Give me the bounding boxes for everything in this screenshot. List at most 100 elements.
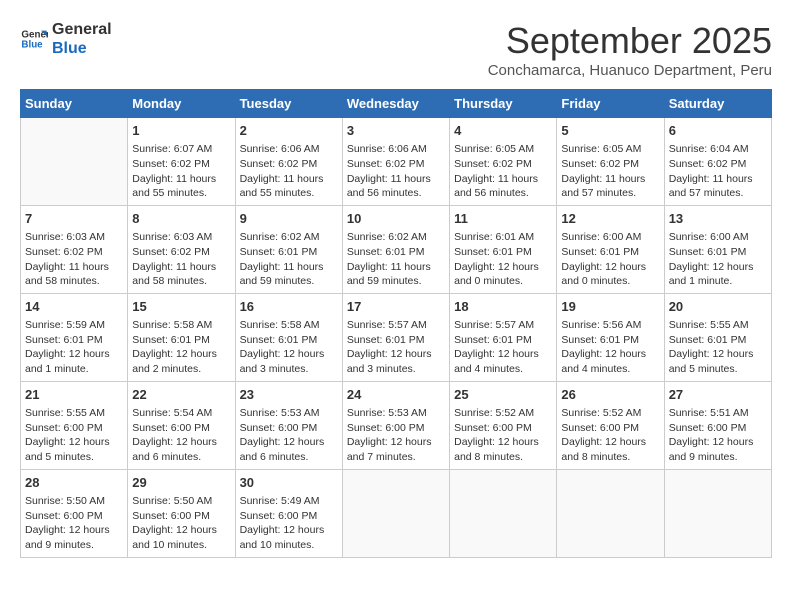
calendar-cell: 4 Sunrise: 6:05 AM Sunset: 6:02 PM Daylig… bbox=[450, 118, 557, 206]
day-number: 22 bbox=[132, 386, 230, 404]
day-info: Sunrise: 6:06 AM Sunset: 6:02 PM Dayligh… bbox=[240, 142, 338, 201]
day-info: Sunrise: 6:00 AM Sunset: 6:01 PM Dayligh… bbox=[669, 230, 767, 289]
weekday-header: Wednesday bbox=[342, 90, 449, 118]
calendar-cell bbox=[664, 469, 771, 557]
day-info: Sunrise: 5:57 AM Sunset: 6:01 PM Dayligh… bbox=[454, 318, 552, 377]
day-number: 8 bbox=[132, 210, 230, 228]
day-info: Sunrise: 6:05 AM Sunset: 6:02 PM Dayligh… bbox=[561, 142, 659, 201]
day-info: Sunrise: 5:54 AM Sunset: 6:00 PM Dayligh… bbox=[132, 406, 230, 465]
day-number: 11 bbox=[454, 210, 552, 228]
calendar-cell: 23 Sunrise: 5:53 AM Sunset: 6:00 PM Dayli… bbox=[235, 381, 342, 469]
weekday-header: Sunday bbox=[21, 90, 128, 118]
day-number: 12 bbox=[561, 210, 659, 228]
day-number: 26 bbox=[561, 386, 659, 404]
day-number: 3 bbox=[347, 122, 445, 140]
calendar-week-row: 28 Sunrise: 5:50 AM Sunset: 6:00 PM Dayli… bbox=[21, 469, 772, 557]
calendar-cell: 30 Sunrise: 5:49 AM Sunset: 6:00 PM Dayli… bbox=[235, 469, 342, 557]
day-number: 5 bbox=[561, 122, 659, 140]
calendar-cell bbox=[557, 469, 664, 557]
day-info: Sunrise: 5:50 AM Sunset: 6:00 PM Dayligh… bbox=[25, 494, 123, 553]
weekday-header: Saturday bbox=[664, 90, 771, 118]
subtitle: Conchamarca, Huanuco Department, Peru bbox=[488, 62, 772, 79]
day-number: 16 bbox=[240, 298, 338, 316]
calendar-cell: 24 Sunrise: 5:53 AM Sunset: 6:00 PM Dayli… bbox=[342, 381, 449, 469]
calendar-cell: 29Sunrise: 5:50 AM Sunset: 6:00 PM Dayli… bbox=[128, 469, 235, 557]
weekday-header: Monday bbox=[128, 90, 235, 118]
calendar-cell: 21 Sunrise: 5:55 AM Sunset: 6:00 PM Dayli… bbox=[21, 381, 128, 469]
calendar-cell: 14 Sunrise: 5:59 AM Sunset: 6:01 PM Dayli… bbox=[21, 293, 128, 381]
calendar-week-row: 21 Sunrise: 5:55 AM Sunset: 6:00 PM Dayli… bbox=[21, 381, 772, 469]
calendar-cell: 10 Sunrise: 6:02 AM Sunset: 6:01 PM Dayli… bbox=[342, 205, 449, 293]
calendar-cell: 1 Sunrise: 6:07 AM Sunset: 6:02 PM Daylig… bbox=[128, 118, 235, 206]
day-info: Sunrise: 5:55 AM Sunset: 6:00 PM Dayligh… bbox=[25, 406, 123, 465]
calendar-cell: 18Sunrise: 5:57 AM Sunset: 6:01 PM Dayli… bbox=[450, 293, 557, 381]
day-info: Sunrise: 6:06 AM Sunset: 6:02 PM Dayligh… bbox=[347, 142, 445, 201]
calendar-cell: 13Sunrise: 6:00 AM Sunset: 6:01 PM Dayli… bbox=[664, 205, 771, 293]
day-info: Sunrise: 5:53 AM Sunset: 6:00 PM Dayligh… bbox=[347, 406, 445, 465]
calendar-table: SundayMondayTuesdayWednesdayThursdayFrid… bbox=[20, 89, 772, 558]
calendar-cell: 22 Sunrise: 5:54 AM Sunset: 6:00 PM Dayli… bbox=[128, 381, 235, 469]
month-title: September 2025 bbox=[488, 20, 772, 62]
day-number: 15 bbox=[132, 298, 230, 316]
day-number: 7 bbox=[25, 210, 123, 228]
day-number: 4 bbox=[454, 122, 552, 140]
weekday-header-row: SundayMondayTuesdayWednesdayThursdayFrid… bbox=[21, 90, 772, 118]
title-block: September 2025 Conchamarca, Huanuco Depa… bbox=[488, 20, 772, 79]
calendar-cell: 7 Sunrise: 6:03 AM Sunset: 6:02 PM Daylig… bbox=[21, 205, 128, 293]
day-info: Sunrise: 6:01 AM Sunset: 6:01 PM Dayligh… bbox=[454, 230, 552, 289]
day-number: 28 bbox=[25, 474, 123, 492]
day-number: 6 bbox=[669, 122, 767, 140]
page-header: General Blue General Blue September 2025… bbox=[20, 20, 772, 79]
day-number: 20 bbox=[669, 298, 767, 316]
calendar-cell: 9 Sunrise: 6:02 AM Sunset: 6:01 PM Daylig… bbox=[235, 205, 342, 293]
weekday-header: Tuesday bbox=[235, 90, 342, 118]
day-info: Sunrise: 6:04 AM Sunset: 6:02 PM Dayligh… bbox=[669, 142, 767, 201]
logo-line2: Blue bbox=[52, 39, 112, 58]
day-info: Sunrise: 5:50 AM Sunset: 6:00 PM Dayligh… bbox=[132, 494, 230, 553]
calendar-cell: 17Sunrise: 5:57 AM Sunset: 6:01 PM Dayli… bbox=[342, 293, 449, 381]
calendar-cell: 11 Sunrise: 6:01 AM Sunset: 6:01 PM Dayli… bbox=[450, 205, 557, 293]
calendar-cell: 28 Sunrise: 5:50 AM Sunset: 6:00 PM Dayli… bbox=[21, 469, 128, 557]
day-number: 10 bbox=[347, 210, 445, 228]
day-number: 23 bbox=[240, 386, 338, 404]
day-info: Sunrise: 6:05 AM Sunset: 6:02 PM Dayligh… bbox=[454, 142, 552, 201]
calendar-cell: 16 Sunrise: 5:58 AM Sunset: 6:01 PM Dayli… bbox=[235, 293, 342, 381]
calendar-cell: 8Sunrise: 6:03 AM Sunset: 6:02 PM Daylig… bbox=[128, 205, 235, 293]
day-info: Sunrise: 5:49 AM Sunset: 6:00 PM Dayligh… bbox=[240, 494, 338, 553]
svg-text:Blue: Blue bbox=[21, 40, 43, 51]
day-number: 2 bbox=[240, 122, 338, 140]
day-info: Sunrise: 6:02 AM Sunset: 6:01 PM Dayligh… bbox=[347, 230, 445, 289]
day-number: 1 bbox=[132, 122, 230, 140]
day-info: Sunrise: 5:56 AM Sunset: 6:01 PM Dayligh… bbox=[561, 318, 659, 377]
day-number: 30 bbox=[240, 474, 338, 492]
day-info: Sunrise: 5:52 AM Sunset: 6:00 PM Dayligh… bbox=[561, 406, 659, 465]
day-info: Sunrise: 5:58 AM Sunset: 6:01 PM Dayligh… bbox=[240, 318, 338, 377]
logo-line1: General bbox=[52, 20, 112, 39]
day-number: 25 bbox=[454, 386, 552, 404]
day-info: Sunrise: 6:03 AM Sunset: 6:02 PM Dayligh… bbox=[25, 230, 123, 289]
day-number: 9 bbox=[240, 210, 338, 228]
calendar-week-row: 14 Sunrise: 5:59 AM Sunset: 6:01 PM Dayli… bbox=[21, 293, 772, 381]
calendar-cell: 3 Sunrise: 6:06 AM Sunset: 6:02 PM Daylig… bbox=[342, 118, 449, 206]
day-info: Sunrise: 5:58 AM Sunset: 6:01 PM Dayligh… bbox=[132, 318, 230, 377]
day-number: 14 bbox=[25, 298, 123, 316]
day-number: 19 bbox=[561, 298, 659, 316]
weekday-header: Thursday bbox=[450, 90, 557, 118]
calendar-cell: 27 Sunrise: 5:51 AM Sunset: 6:00 PM Dayli… bbox=[664, 381, 771, 469]
day-number: 27 bbox=[669, 386, 767, 404]
calendar-cell: 6 Sunrise: 6:04 AM Sunset: 6:02 PM Daylig… bbox=[664, 118, 771, 206]
calendar-cell: 2 Sunrise: 6:06 AM Sunset: 6:02 PM Daylig… bbox=[235, 118, 342, 206]
calendar-week-row: 1 Sunrise: 6:07 AM Sunset: 6:02 PM Daylig… bbox=[21, 118, 772, 206]
day-number: 21 bbox=[25, 386, 123, 404]
day-info: Sunrise: 5:59 AM Sunset: 6:01 PM Dayligh… bbox=[25, 318, 123, 377]
calendar-cell bbox=[450, 469, 557, 557]
day-number: 24 bbox=[347, 386, 445, 404]
logo-icon: General Blue bbox=[20, 25, 48, 53]
day-info: Sunrise: 5:51 AM Sunset: 6:00 PM Dayligh… bbox=[669, 406, 767, 465]
calendar-cell bbox=[21, 118, 128, 206]
day-info: Sunrise: 6:02 AM Sunset: 6:01 PM Dayligh… bbox=[240, 230, 338, 289]
day-info: Sunrise: 5:53 AM Sunset: 6:00 PM Dayligh… bbox=[240, 406, 338, 465]
calendar-cell: 5 Sunrise: 6:05 AM Sunset: 6:02 PM Daylig… bbox=[557, 118, 664, 206]
day-info: Sunrise: 6:07 AM Sunset: 6:02 PM Dayligh… bbox=[132, 142, 230, 201]
day-info: Sunrise: 5:55 AM Sunset: 6:01 PM Dayligh… bbox=[669, 318, 767, 377]
